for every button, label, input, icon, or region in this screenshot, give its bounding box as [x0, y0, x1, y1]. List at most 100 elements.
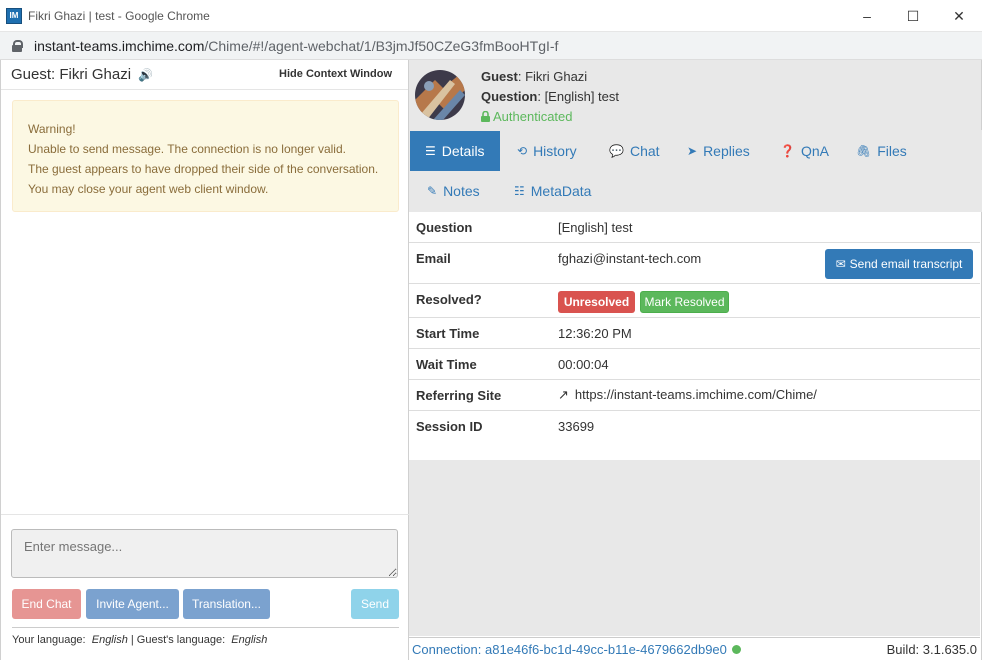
tab-label: Replies	[703, 143, 750, 159]
tab-notes[interactable]: ✎ Notes	[412, 171, 495, 211]
warning-line: Warning!	[28, 122, 76, 136]
tab-label: Files	[877, 143, 907, 159]
email-value: fghazi@instant-tech.com	[558, 251, 702, 266]
tab-label: Details	[441, 143, 485, 159]
url-host: instant-teams.imchime.com	[34, 37, 205, 54]
wait-time-value: 00:00:04	[558, 357, 609, 372]
table-icon: ☷	[514, 184, 525, 198]
tab-details[interactable]: ☰ Details	[410, 131, 500, 171]
warning-line: The guest appears to have dropped their …	[28, 162, 379, 176]
lock-icon	[481, 110, 490, 122]
speaker-icon[interactable]: 🔊	[138, 68, 153, 82]
chat-icon: 💬	[609, 144, 624, 158]
tab-label: Notes	[443, 183, 480, 199]
translation-button[interactable]: Translation...	[183, 589, 270, 619]
status-bar: Connection: a81e46f6-bc1d-49cc-b11e-4679…	[409, 637, 980, 660]
referring-site-url: https://instant-teams.imchime.com/Chime/	[574, 387, 817, 402]
warning-alert: Warning! Unable to send message. The con…	[12, 100, 399, 212]
tab-label: History	[533, 143, 577, 159]
table-row: Referring Site ↗ https://instant-teams.im…	[409, 380, 980, 411]
tab-label: QnA	[800, 143, 829, 159]
guest-language-label: Guest's language:	[136, 634, 226, 646]
hide-context-window-button[interactable]: Hide Context Window	[279, 68, 392, 80]
lock-icon[interactable]	[12, 39, 23, 52]
guest-name-label: Guest	[481, 69, 518, 84]
window-title: Fikri Ghazi | test - Google Chrome	[28, 8, 210, 23]
context-tabs: ☰ Details ⟲ History 💬 Chat ➤ Replies ❓ QnA 🖇 F…	[409, 130, 982, 212]
minimize-button[interactable]: –	[844, 0, 890, 32]
referring-site-link[interactable]: ↗ https://instant-teams.imchime.com/Chime…	[558, 387, 817, 403]
mark-resolved-button[interactable]: Mark Resolved	[640, 291, 729, 313]
table-row: Start Time 12:36:20 PM	[409, 318, 980, 349]
question-label: Question	[416, 220, 473, 235]
guest-question: Question: [English] test	[481, 89, 619, 104]
email-label: Email	[416, 251, 451, 266]
message-input[interactable]	[11, 529, 398, 578]
tab-files[interactable]: 🖇 Files	[841, 131, 922, 171]
send-email-transcript-label: Send email transcript	[849, 257, 963, 271]
start-time-value: 12:36:20 PM	[558, 326, 632, 341]
guest-title: Guest: Fikri Ghazi	[11, 66, 132, 83]
table-row: Question [English] test	[409, 212, 980, 243]
envelope-icon: ✉	[835, 257, 846, 271]
app-logo-icon: IM	[6, 7, 22, 24]
send-icon: ➤	[687, 144, 698, 158]
chat-header: Guest: Fikri Ghazi 🔊 Hide Context Window	[1, 60, 408, 90]
authenticated-status: Authenticated	[481, 109, 573, 124]
external-link-icon: ↗	[558, 387, 569, 402]
tab-label: Chat	[629, 143, 660, 159]
table-row: Session ID 33699	[409, 411, 980, 442]
list-icon: ☰	[425, 144, 436, 158]
language-separator: |	[130, 634, 134, 646]
invite-agent-button[interactable]: Invite Agent...	[86, 589, 179, 619]
start-time-label: Start Time	[416, 326, 480, 341]
tab-qna[interactable]: ❓ QnA	[765, 131, 844, 171]
avatar	[415, 70, 465, 120]
table-row: Resolved? Unresolved Mark Resolved	[409, 284, 980, 318]
tab-replies[interactable]: ➤ Replies	[672, 131, 765, 171]
guest-question-label: Question	[481, 89, 538, 104]
tab-metadata[interactable]: ☷ MetaData	[499, 171, 606, 211]
url-path: /Chime/#!/agent-webchat/1/B3jmJf50CZeG3f…	[204, 37, 559, 54]
compose-area: End Chat Invite Agent... Translation... …	[1, 514, 409, 660]
guest-question-value: : [English] test	[537, 89, 619, 104]
close-button[interactable]: ✕	[936, 0, 982, 32]
details-footer-area	[409, 460, 980, 636]
table-row: Email fghazi@instant-tech.com ✉ Send emai…	[409, 243, 980, 284]
your-language-label: Your language:	[12, 634, 86, 646]
send-email-transcript-button[interactable]: ✉ Send email transcript	[825, 249, 973, 279]
language-info: Your language: English | Guest's languag…	[12, 627, 399, 646]
paperclip-icon: 🖇	[856, 144, 872, 158]
guest-name: Guest: Fikri Ghazi	[481, 69, 587, 84]
maximize-button[interactable]: ☐	[890, 0, 936, 32]
resolved-label: Resolved?	[416, 292, 482, 307]
tab-chat[interactable]: 💬 Chat	[594, 131, 675, 171]
guest-name-value: : Fikri Ghazi	[517, 69, 588, 84]
browser-titlebar: IM Fikri Ghazi | test - Google Chrome – …	[0, 0, 982, 32]
window-controls: – ☐ ✕	[844, 0, 982, 32]
address-bar[interactable]: instant-teams.imchime.com/Chime/#!/agent…	[0, 32, 982, 60]
tab-label: MetaData	[530, 183, 592, 199]
url-text[interactable]: instant-teams.imchime.com/Chime/#!/agent…	[34, 38, 558, 54]
session-id-label: Session ID	[416, 419, 483, 434]
guest-language-value: English	[231, 634, 268, 646]
send-button[interactable]: Send	[351, 589, 399, 619]
details-table: Question [English] test Email fghazi@ins…	[409, 212, 980, 442]
referring-site-label: Referring Site	[416, 388, 502, 403]
authenticated-label: Authenticated	[493, 109, 573, 124]
question-icon: ❓	[780, 144, 795, 158]
table-row: Wait Time 00:00:04	[409, 349, 980, 380]
session-id-value: 33699	[558, 419, 595, 434]
end-chat-button[interactable]: End Chat	[12, 589, 81, 619]
your-language-value: English	[91, 634, 128, 646]
chat-panel: Guest: Fikri Ghazi 🔊 Hide Context Window…	[0, 60, 409, 660]
question-value: [English] test	[558, 220, 633, 235]
history-icon: ⟲	[517, 144, 528, 158]
tab-history[interactable]: ⟲ History	[502, 131, 592, 171]
wait-time-label: Wait Time	[416, 357, 477, 372]
connection-indicator-icon	[731, 644, 741, 654]
warning-line: Unable to send message. The connection i…	[28, 142, 346, 156]
guest-profile: Guest: Fikri Ghazi Question: [English] t…	[409, 60, 981, 130]
connection-status: Connection: a81e46f6-bc1d-49cc-b11e-4679…	[412, 641, 727, 657]
unresolved-badge: Unresolved	[558, 291, 635, 313]
